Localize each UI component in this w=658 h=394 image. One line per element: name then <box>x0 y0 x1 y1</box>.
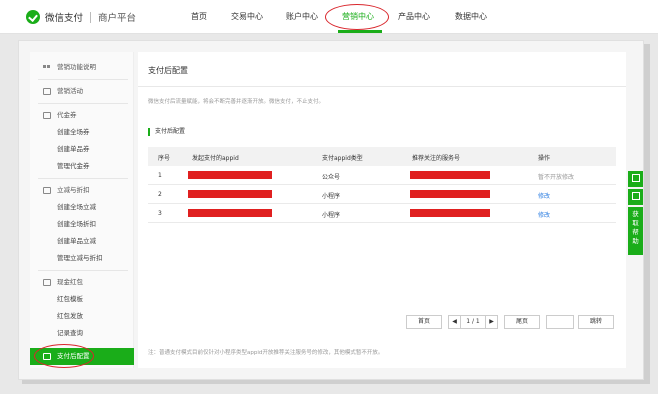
float-help-button[interactable]: 获取帮助 <box>628 207 643 255</box>
sidebar-divider <box>38 103 128 104</box>
calendar-icon <box>43 88 51 95</box>
float-upload-button[interactable] <box>628 171 643 187</box>
sidebar-item-label: 管理代金券 <box>57 162 90 170</box>
pager-prev-button[interactable]: ◀ <box>448 315 461 329</box>
sidebar-item-label: 红包发放 <box>57 312 83 320</box>
nav-active-indicator <box>338 30 382 33</box>
sidebar-item-label: 创建全场立减 <box>57 203 96 211</box>
sidebar-item-label: 创建全场券 <box>57 128 90 136</box>
sidebar-item-record-query[interactable]: 记录查询 <box>30 325 134 342</box>
sidebar-item-marketing-activity[interactable]: 营销活动 <box>30 83 134 100</box>
row-appid-type: 小程序 <box>322 212 341 219</box>
row-appid-type: 公众号 <box>322 174 341 181</box>
pager-jump-button[interactable]: 跳转 <box>578 315 614 329</box>
logo-divider <box>90 11 92 23</box>
footnote-text: 注：普通支付模式目前仅针对小程序类型appid开放推荐关注服务号的修改，其他模式… <box>148 350 384 356</box>
row-index: 3 <box>158 210 162 217</box>
help-label: 获取帮助 <box>632 210 639 245</box>
row-edit-link[interactable]: 修改 <box>538 191 550 200</box>
redacted-appid <box>188 171 272 179</box>
sidebar-item-label: 营销功能说明 <box>57 63 96 71</box>
logo-subtitle: 商户平台 <box>98 13 137 24</box>
sidebar-item-label: 红包模板 <box>57 295 83 303</box>
pager-first-button[interactable]: 首页 <box>406 315 442 329</box>
row-edit-link[interactable]: 修改 <box>538 210 550 219</box>
table-row: 1 公众号 暂不开放修改 <box>148 166 616 185</box>
redacted-service-account <box>410 209 490 217</box>
sidebar-divider <box>38 270 128 271</box>
sidebar-item-create-store-coupon[interactable]: 创建全场券 <box>30 124 134 141</box>
sidebar-item-label: 代金券 <box>57 111 77 119</box>
table-row: 2 小程序 修改 <box>148 185 616 204</box>
sidebar-item-red-packet-send[interactable]: 红包发放 <box>30 308 134 325</box>
sidebar-item-coupons[interactable]: 代金券 <box>30 107 134 124</box>
notice-text: 微信支付后流量赋能，将会不断完善并逐渐开放。微信支付，不止支付。 <box>148 99 325 105</box>
sidebar-item-discounts[interactable]: 立减与折扣 <box>30 182 134 199</box>
title-divider <box>138 86 626 87</box>
sidebar-item-label: 创建单品券 <box>57 145 90 153</box>
page-title: 支付后配置 <box>148 66 188 75</box>
column-header-service-account: 推荐关注的服务号 <box>412 155 461 162</box>
logo-text: 微信支付 <box>45 13 84 24</box>
sidebar-item-manage-coupons[interactable]: 管理代金券 <box>30 158 134 175</box>
sidebar-item-label: 创建单品立减 <box>57 237 96 245</box>
sidebar-item-label: 管理立减与折扣 <box>57 254 103 262</box>
float-edit-button[interactable] <box>628 189 643 205</box>
coupon-icon <box>43 112 51 119</box>
sidebar-item-label: 立减与折扣 <box>57 186 90 194</box>
sidebar-item-label: 记录查询 <box>57 329 83 337</box>
sidebar-divider <box>38 79 128 80</box>
row-index: 1 <box>158 172 162 179</box>
sidebar-item-label: 营销活动 <box>57 87 83 95</box>
nav-account[interactable]: 账户中心 <box>286 11 318 22</box>
column-header-index: 序号 <box>158 155 171 162</box>
upload-icon <box>631 174 640 182</box>
sidebar-item-create-product-reduction[interactable]: 创建单品立减 <box>30 233 134 250</box>
sidebar-item-red-packets[interactable]: 现金红包 <box>30 274 134 291</box>
wechat-pay-logo-icon <box>26 10 40 24</box>
sidebar-item-red-packet-template[interactable]: 红包模板 <box>30 291 134 308</box>
redacted-service-account <box>410 190 490 198</box>
logo[interactable]: 微信支付 商户平台 <box>26 8 136 26</box>
sidebar-divider <box>38 178 128 179</box>
nav-transactions[interactable]: 交易中心 <box>231 11 263 22</box>
pager-jump-input[interactable] <box>546 315 574 329</box>
column-header-action: 操作 <box>538 155 551 162</box>
row-appid-type: 小程序 <box>322 193 341 200</box>
redacted-service-account <box>410 171 490 179</box>
table-header: 序号 发起支付的appid 支付appid类型 推荐关注的服务号 操作 <box>148 147 616 166</box>
edit-icon <box>631 192 640 200</box>
sidebar-item-create-store-reduction[interactable]: 创建全场立减 <box>30 199 134 216</box>
section-title: 支付后配置 <box>148 128 185 136</box>
row-action-disabled: 暂不开放修改 <box>538 174 575 181</box>
pager-next-button[interactable]: ▶ <box>485 315 498 329</box>
column-header-appid-type: 支付appid类型 <box>322 155 363 162</box>
nav-products[interactable]: 产品中心 <box>398 11 430 22</box>
pager-last-button[interactable]: 尾页 <box>504 315 540 329</box>
pager-page-info: 1 / 1 <box>461 315 485 329</box>
sidebar-item-manage-discounts[interactable]: 管理立减与折扣 <box>30 250 134 267</box>
main-panel: 支付后配置 微信支付后流量赋能，将会不断完善并逐渐开放。微信支付，不止支付。 支… <box>138 52 626 368</box>
nav-home[interactable]: 首页 <box>191 11 207 22</box>
column-header-appid: 发起支付的appid <box>192 155 239 162</box>
sidebar-item-label: 现金红包 <box>57 278 83 286</box>
discount-icon <box>43 187 51 194</box>
sidebar-item-create-store-discount[interactable]: 创建全场折扣 <box>30 216 134 233</box>
highlight-oval-nav <box>325 4 389 30</box>
highlight-oval-sidebar <box>34 344 94 368</box>
sidebar-item-label: 创建全场折扣 <box>57 220 96 228</box>
sidebar-item-create-product-coupon[interactable]: 创建单品券 <box>30 141 134 158</box>
grid-icon <box>43 64 51 71</box>
redpacket-icon <box>43 279 51 286</box>
sidebar: 营销功能说明 营销活动 代金券 创建全场券 创建单品券 管理代金券 立减与折扣 … <box>30 52 134 368</box>
table-row: 3 小程序 修改 <box>148 204 616 223</box>
redacted-appid <box>188 209 272 217</box>
sidebar-item-marketing-intro[interactable]: 营销功能说明 <box>30 59 134 76</box>
row-index: 2 <box>158 191 162 198</box>
redacted-appid <box>188 190 272 198</box>
nav-data[interactable]: 数据中心 <box>455 11 487 22</box>
